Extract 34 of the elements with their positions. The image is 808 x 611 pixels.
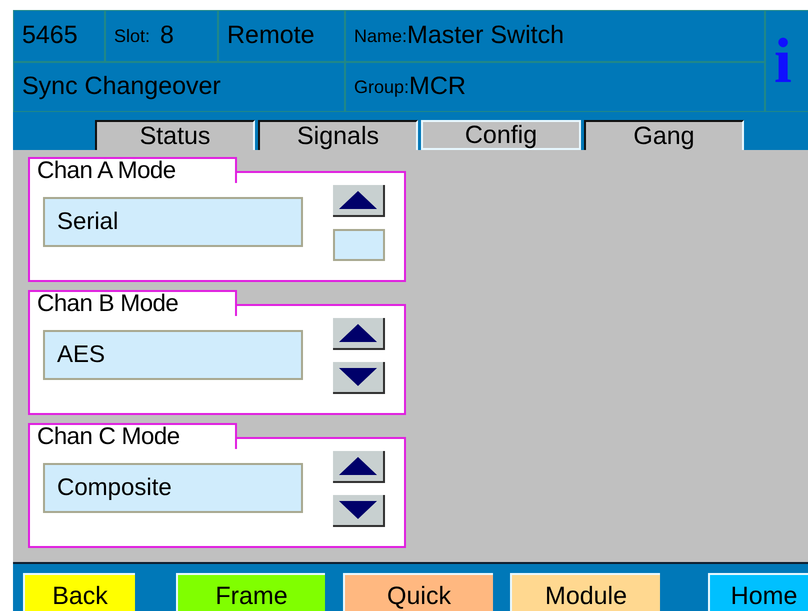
nav-button[interactable]: Home xyxy=(708,573,808,611)
tab[interactable]: Status xyxy=(95,120,255,150)
group-label: Group: xyxy=(354,76,410,99)
group-title: Chan A Mode xyxy=(37,157,176,185)
nav-button[interactable]: Back xyxy=(23,573,135,611)
down-arrow-button[interactable] xyxy=(333,362,385,394)
slot-value: 8 xyxy=(160,20,174,52)
name-value: Master Switch xyxy=(407,20,564,52)
triangle-up-icon xyxy=(338,456,378,476)
slot-label: Slot: xyxy=(114,24,150,48)
name-label: Name: xyxy=(354,24,408,48)
mode-label: Remote xyxy=(227,20,315,52)
value-field[interactable]: Serial xyxy=(43,197,303,247)
triangle-up-icon xyxy=(338,323,378,343)
group-title: Chan B Mode xyxy=(37,290,178,318)
down-arrow-button[interactable] xyxy=(333,495,385,527)
group-value: MCR xyxy=(409,71,466,102)
up-arrow-button[interactable] xyxy=(333,451,385,483)
up-arrow-button[interactable] xyxy=(333,318,385,350)
nav-button[interactable]: Frame xyxy=(176,573,325,611)
triangle-up-icon xyxy=(338,190,378,210)
tab[interactable]: Gang xyxy=(584,120,744,150)
up-arrow-button[interactable] xyxy=(333,185,385,217)
tab[interactable]: Config xyxy=(421,120,581,150)
value-field[interactable]: Composite xyxy=(43,463,303,513)
triangle-down-icon xyxy=(338,500,378,520)
nav-button[interactable]: Quick xyxy=(343,573,493,611)
nav-button[interactable]: Module xyxy=(510,573,660,611)
group-title: Chan C Mode xyxy=(37,423,180,451)
tab[interactable]: Signals xyxy=(258,120,418,150)
function-label: Sync Changeover xyxy=(22,71,221,102)
model-number: 5465 xyxy=(22,20,78,52)
triangle-down-icon xyxy=(338,367,378,387)
value-field[interactable]: AES xyxy=(43,330,303,380)
